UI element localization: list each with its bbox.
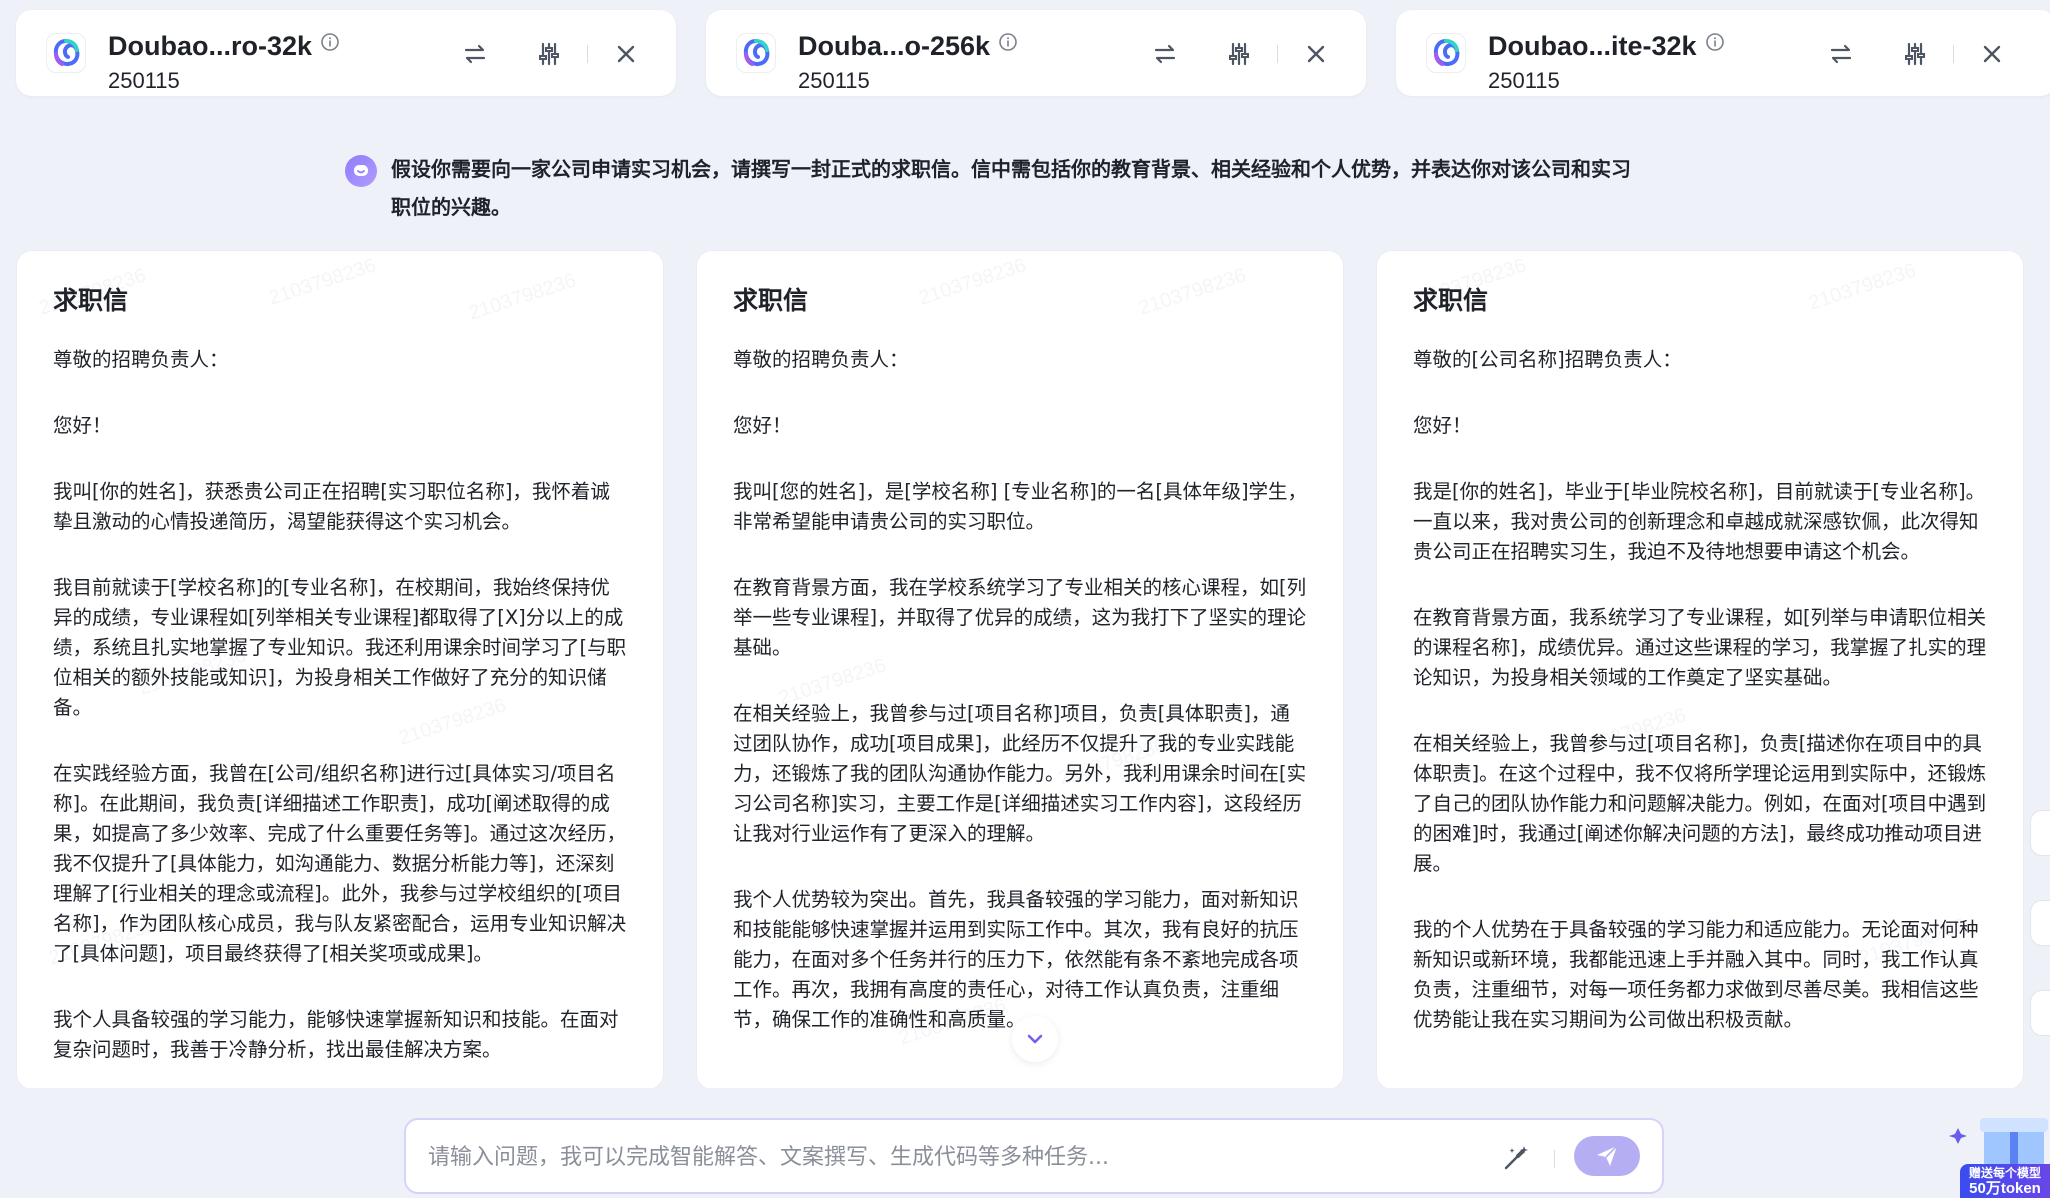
model-version: 250115	[108, 68, 180, 93]
response-paragraph: 在教育背景方面，我在学校系统学习了专业相关的核心课程，如[列举一些专业课程]，并…	[733, 576, 1307, 659]
divider	[1953, 45, 1954, 63]
settings-sliders-icon[interactable]	[535, 40, 563, 68]
response-paragraph: 我叫[您的姓名]，是[学校名称] [专业名称]的一名[具体年级]学生，非常希望能…	[733, 480, 1308, 533]
divider	[587, 45, 588, 63]
chat-input-container	[404, 1118, 1664, 1194]
side-handle[interactable]	[2030, 990, 2050, 1036]
model-card[interactable]: Doubao...ro-32k 250115	[16, 10, 676, 96]
info-icon[interactable]	[998, 28, 1018, 51]
response-panel[interactable]: 2103798236 2103798236 2103798236 2103798…	[1376, 250, 2024, 1090]
info-icon[interactable]	[1705, 28, 1725, 51]
settings-sliders-icon[interactable]	[1225, 40, 1253, 68]
response-paragraph: 我是[你的姓名]，毕业于[毕业院校名称]，目前就读于[专业名称]。一直以来，我对…	[1413, 480, 1986, 563]
switch-model-icon[interactable]	[1827, 40, 1855, 68]
model-name: Doubao...ro-32k	[108, 28, 340, 62]
response-paragraph: 您好！	[53, 414, 112, 437]
model-card[interactable]: Doubao...ite-32k 250115	[1396, 10, 2050, 96]
response-paragraph: 您好！	[733, 414, 792, 437]
chevron-down-icon	[1027, 1034, 1043, 1044]
prompt-text: 假设你需要向一家公司申请实习机会，请撰写一封正式的求职信。信中需包括你的教育背景…	[391, 157, 1631, 219]
response-paragraph: 我目前就读于[学校名称]的[专业名称]，在校期间，我始终保持优异的成绩，专业课程…	[53, 576, 627, 719]
model-card-tools	[1151, 40, 1330, 68]
response-paragraph: 您好！	[1413, 414, 1472, 437]
response-paragraph: 我个人具备较强的学习能力，能够快速掌握新知识和技能。在面对复杂问题时，我善于冷静…	[53, 1008, 619, 1061]
info-icon[interactable]	[320, 28, 340, 51]
divider	[1277, 45, 1278, 63]
send-button[interactable]	[1574, 1136, 1640, 1176]
model-card[interactable]: Douba...o-256k 250115	[706, 10, 1366, 96]
scroll-down-button[interactable]	[1012, 1016, 1058, 1062]
model-version: 250115	[798, 68, 870, 93]
switch-model-icon[interactable]	[1151, 40, 1179, 68]
model-version: 250115	[1488, 68, 1560, 93]
response-paragraph: 在相关经验上，我曾参与过[项目名称]，负责[描述你在项目中的具体职责]。在这个过…	[1413, 732, 1987, 875]
promo-banner[interactable]: 赠送每个模型 50万token	[1960, 1164, 2050, 1198]
settings-sliders-icon[interactable]	[1901, 40, 1929, 68]
chat-input[interactable]	[428, 1138, 1428, 1176]
doubao-logo-icon	[1426, 33, 1466, 73]
response-paragraph: 在教育背景方面，我系统学习了专业课程，如[列举与申请职位相关的课程名称]，成绩优…	[1413, 606, 1987, 689]
response-paragraph: 我叫[你的姓名]，获悉贵公司正在招聘[实习职位名称]，我怀着诚挚且激动的心情投递…	[53, 480, 610, 533]
response-paragraph: 在实践经验方面，我曾在[公司/组织名称]进行过[具体实习/项目名称]。在此期间，…	[53, 762, 627, 965]
send-icon	[1597, 1145, 1618, 1166]
side-handle[interactable]	[2030, 900, 2050, 946]
response-paragraph: 我的个人优势在于具备较强的学习能力和适应能力。无论面对何种新知识或新环境，我都能…	[1413, 918, 1979, 1031]
input-bar	[0, 1088, 2050, 1198]
user-avatar-icon	[345, 155, 377, 187]
close-icon[interactable]	[1302, 40, 1330, 68]
switch-model-icon[interactable]	[461, 40, 489, 68]
magic-wand-icon[interactable]	[1500, 1142, 1532, 1174]
side-handle[interactable]	[2030, 810, 2050, 856]
response-title: 求职信	[1413, 286, 1489, 315]
response-paragraph: 尊敬的招聘负责人：	[733, 348, 909, 371]
model-name: Douba...o-256k	[798, 28, 1018, 62]
response-title: 求职信	[53, 286, 129, 315]
response-paragraph: 我个人优势较为突出。首先，我具备较强的学习能力，面对新知识和技能能够快速掌握并运…	[733, 888, 1299, 1031]
model-card-tools	[1827, 40, 2006, 68]
model-card-tools	[461, 40, 640, 68]
response-paragraph: 在相关经验上，我曾参与过[项目名称]项目，负责[具体职责]，通过团队协作，成功[…	[733, 702, 1307, 845]
model-selector-row: Doubao...ro-32k 250115 Douba...o-256k 25…	[0, 0, 2050, 112]
response-paragraph: 尊敬的招聘负责人：	[53, 348, 229, 371]
side-toolbar	[2030, 0, 2050, 1198]
doubao-logo-icon	[736, 33, 776, 73]
close-icon[interactable]	[1978, 40, 2006, 68]
response-paragraph: 尊敬的[公司名称]招聘负责人：	[1413, 348, 1682, 371]
response-panel[interactable]: 2103798236 2103798236 2103798236 2103798…	[16, 250, 664, 1090]
response-title: 求职信	[733, 286, 809, 315]
response-panel[interactable]: 2103798236 2103798236 2103798236 2103798…	[696, 250, 1344, 1090]
model-name: Doubao...ite-32k	[1488, 28, 1725, 62]
divider	[1554, 1150, 1555, 1168]
close-icon[interactable]	[612, 40, 640, 68]
doubao-logo-icon	[46, 33, 86, 73]
